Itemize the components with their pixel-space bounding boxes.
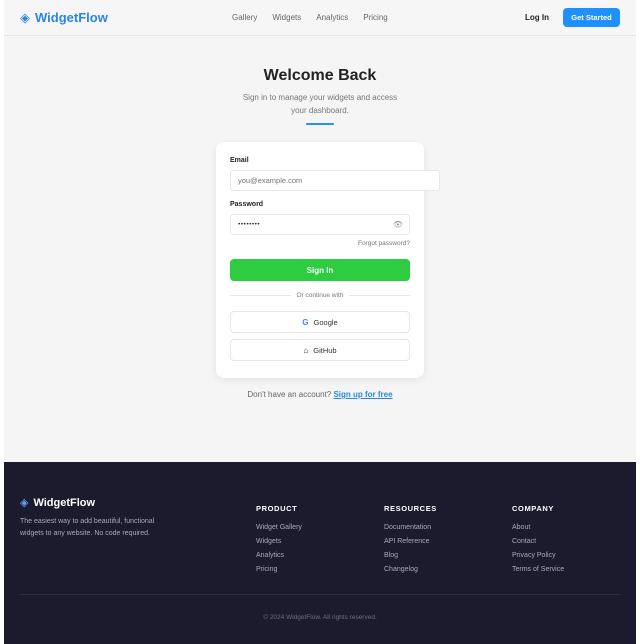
page-title: Welcome Back xyxy=(263,67,377,84)
footer-column-title: RESOURCES xyxy=(384,504,437,513)
title-accent-divider xyxy=(306,123,334,125)
footer-column-resources: RESOURCES Documentation API Reference Bl… xyxy=(384,504,437,577)
top-nav-bar: ◈ WidgetFlow Gallery Widgets Analytics P… xyxy=(4,0,636,36)
brand-logo[interactable]: ◈ WidgetFlow xyxy=(20,10,108,26)
signup-prompt: Don't have an account? Sign up for free xyxy=(4,390,636,399)
footer-link[interactable]: Changelog xyxy=(384,563,437,577)
login-link[interactable]: Log In xyxy=(525,13,549,22)
social-divider: Or continue with xyxy=(230,292,410,299)
password-label: Password xyxy=(230,201,264,208)
site-footer: ◈ WidgetFlow The easiest way to add beau… xyxy=(4,462,636,644)
footer-link[interactable]: API Reference xyxy=(384,535,437,549)
github-signin-button[interactable]: ⌂ GitHub xyxy=(230,339,410,361)
footer-column-title: COMPANY xyxy=(512,504,554,513)
footer-column-product: PRODUCT Widget Gallery Widgets Analytics… xyxy=(256,504,302,577)
copyright-text: © 2024 WidgetFlow. All rights reserved. xyxy=(263,614,377,621)
divider-line-left xyxy=(230,295,291,296)
footer-link[interactable]: Blog xyxy=(384,549,437,563)
password-field[interactable]: •••••••• 👁 xyxy=(230,214,410,235)
login-card: Email Password •••••••• 👁 Forgot passwor… xyxy=(216,142,440,378)
divider-line-right xyxy=(349,295,410,296)
password-value: •••••••• xyxy=(238,221,261,228)
main-nav: Gallery Widgets Analytics Pricing xyxy=(232,13,388,22)
get-started-button[interactable]: Get Started xyxy=(563,8,620,27)
footer-column-company: COMPANY About Contact Privacy Policy Ter… xyxy=(512,504,564,577)
signup-text: Don't have an account? xyxy=(247,390,332,399)
footer-divider xyxy=(20,594,620,595)
footer-link[interactable]: Documentation xyxy=(384,521,437,535)
forgot-password-link[interactable]: Forgot password? xyxy=(358,240,410,247)
footer-brand[interactable]: ◈ WidgetFlow xyxy=(20,496,96,510)
footer-link[interactable]: Contact xyxy=(512,535,564,549)
footer-column-title: PRODUCT xyxy=(256,504,298,513)
github-label: GitHub xyxy=(313,345,337,355)
sign-in-button[interactable]: Sign In xyxy=(230,259,410,281)
github-icon: ⌂ xyxy=(303,345,309,355)
footer-link[interactable]: Widgets xyxy=(256,535,302,549)
footer-description: The easiest way to add beautiful, functi… xyxy=(20,518,155,537)
footer-link[interactable]: Analytics xyxy=(256,549,302,563)
email-field[interactable] xyxy=(230,170,440,191)
footer-link[interactable]: Privacy Policy xyxy=(512,549,564,563)
diamond-icon: ◈ xyxy=(20,10,30,25)
nav-link-widgets[interactable]: Widgets xyxy=(272,13,301,22)
footer-link[interactable]: Widget Gallery xyxy=(256,521,302,535)
google-icon: G xyxy=(302,317,309,327)
footer-link[interactable]: Terms of Service xyxy=(512,563,564,577)
footer-link[interactable]: Pricing xyxy=(256,563,302,577)
diamond-icon: ◈ xyxy=(20,497,29,509)
signup-link[interactable]: Sign up for free xyxy=(333,390,392,399)
page: ◈ WidgetFlow Gallery Widgets Analytics P… xyxy=(4,0,636,644)
google-label: Google xyxy=(313,317,338,327)
nav-link-analytics[interactable]: Analytics xyxy=(316,13,348,22)
nav-link-gallery[interactable]: Gallery xyxy=(232,13,257,22)
divider-text: Or continue with xyxy=(296,292,344,299)
email-label: Email xyxy=(230,157,249,164)
google-signin-button[interactable]: G Google xyxy=(230,311,410,333)
footer-link[interactable]: About xyxy=(512,521,564,535)
page-subtitle: Sign in to manage your widgets and acces… xyxy=(242,93,398,115)
nav-link-pricing[interactable]: Pricing xyxy=(363,13,387,22)
eye-icon[interactable]: 👁 xyxy=(393,220,403,230)
footer-brand-name: WidgetFlow xyxy=(33,496,96,509)
brand-name: WidgetFlow xyxy=(35,10,108,25)
